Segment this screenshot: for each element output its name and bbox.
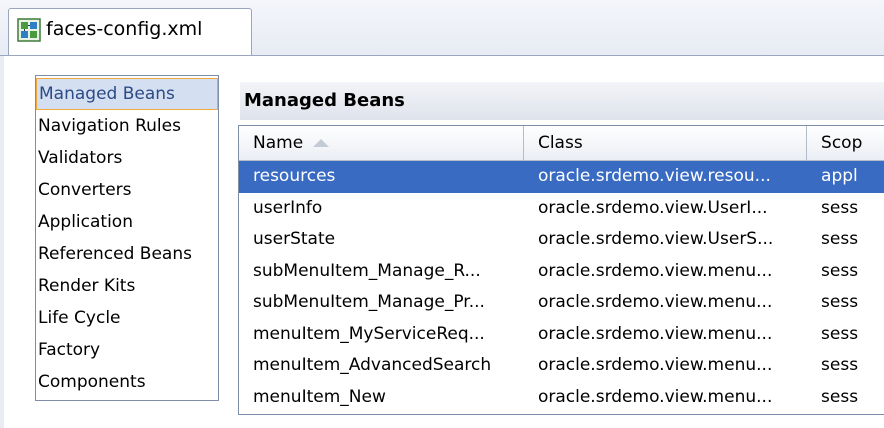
cell-class: oracle.srdemo.view.resou... xyxy=(537,166,771,186)
nav-item-components[interactable]: Components xyxy=(36,366,218,398)
table-row[interactable]: userState oracle.srdemo.view.UserS... se… xyxy=(239,224,884,256)
nav-item-factory[interactable]: Factory xyxy=(36,334,218,366)
managed-beans-table[interactable]: Name Class Scop resources oracle.srdemo.… xyxy=(238,125,884,415)
cell-name: menuItem_MyServiceReq... xyxy=(253,323,485,344)
nav-item-referenced-beans[interactable]: Referenced Beans xyxy=(36,238,218,270)
table-row[interactable]: menuItem_New oracle.srdemo.view.menu... … xyxy=(239,382,884,414)
cell-name: menuItem_New xyxy=(253,386,386,407)
cell-name: resources xyxy=(253,166,336,186)
cell-class: oracle.srdemo.view.UserS... xyxy=(537,229,774,249)
cell-name: userInfo xyxy=(253,197,323,218)
cell-class: oracle.srdemo.view.menu... xyxy=(537,292,773,312)
cell-class: oracle.srdemo.view.UserI... xyxy=(537,197,768,218)
cell-class: oracle.srdemo.view.menu... xyxy=(537,386,773,407)
cell-scope: sess xyxy=(821,355,859,375)
cell-scope: sess xyxy=(821,197,859,218)
nav-item-render-kits[interactable]: Render Kits xyxy=(36,270,218,302)
table-row[interactable]: resources oracle.srdemo.view.resou... ap… xyxy=(239,161,884,193)
left-edge xyxy=(0,56,4,428)
table-row[interactable]: subMenuItem_Manage_R... oracle.srdemo.vi… xyxy=(239,256,884,288)
nav-item-converters[interactable]: Converters xyxy=(36,174,218,206)
cell-scope: sess xyxy=(821,386,859,407)
nav-item-validators[interactable]: Validators xyxy=(36,142,218,174)
cell-scope: sess xyxy=(821,260,859,281)
cell-class: oracle.srdemo.view.menu... xyxy=(537,355,773,375)
column-header-class[interactable]: Class xyxy=(524,126,808,160)
category-list[interactable]: Managed Beans Navigation Rules Validator… xyxy=(35,75,219,401)
cell-name: subMenuItem_Manage_Pr... xyxy=(253,292,485,312)
table-row[interactable]: menuItem_AdvancedSearch oracle.srdemo.vi… xyxy=(239,350,884,382)
cell-name: subMenuItem_Manage_R... xyxy=(253,260,481,281)
cell-name: userState xyxy=(253,229,336,249)
tab-title: faces-config.xml xyxy=(46,18,203,40)
nav-item-life-cycle[interactable]: Life Cycle xyxy=(36,302,218,334)
table-row[interactable]: userInfo oracle.srdemo.view.UserI... ses… xyxy=(239,193,884,225)
cell-scope: sess xyxy=(821,323,859,344)
table-header: Name Class Scop xyxy=(239,126,884,161)
cell-scope: appl xyxy=(821,166,858,186)
nav-item-application[interactable]: Application xyxy=(36,206,218,238)
nav-item-navigation-rules[interactable]: Navigation Rules xyxy=(36,110,218,142)
cell-name: menuItem_AdvancedSearch xyxy=(253,355,492,375)
tab-faces-config[interactable]: faces-config.xml xyxy=(8,8,252,55)
cell-scope: sess xyxy=(821,292,859,312)
column-header-name-label: Name xyxy=(253,133,304,153)
table-row[interactable]: menuItem_MyServiceReq... oracle.srdemo.v… xyxy=(239,319,884,351)
sort-ascending-icon xyxy=(313,139,330,147)
cell-class: oracle.srdemo.view.menu... xyxy=(537,323,773,344)
nav-item-managed-beans[interactable]: Managed Beans xyxy=(36,78,218,110)
cell-class: oracle.srdemo.view.menu... xyxy=(537,260,773,281)
column-header-scope[interactable]: Scop xyxy=(807,126,884,160)
faces-config-icon xyxy=(17,18,41,42)
cell-scope: sess xyxy=(821,229,859,249)
table-row[interactable]: subMenuItem_Manage_Pr... oracle.srdemo.v… xyxy=(239,287,884,319)
section-title: Managed Beans xyxy=(240,82,884,120)
column-header-name[interactable]: Name xyxy=(239,126,524,160)
editor-tab-strip: faces-config.xml xyxy=(0,0,884,56)
